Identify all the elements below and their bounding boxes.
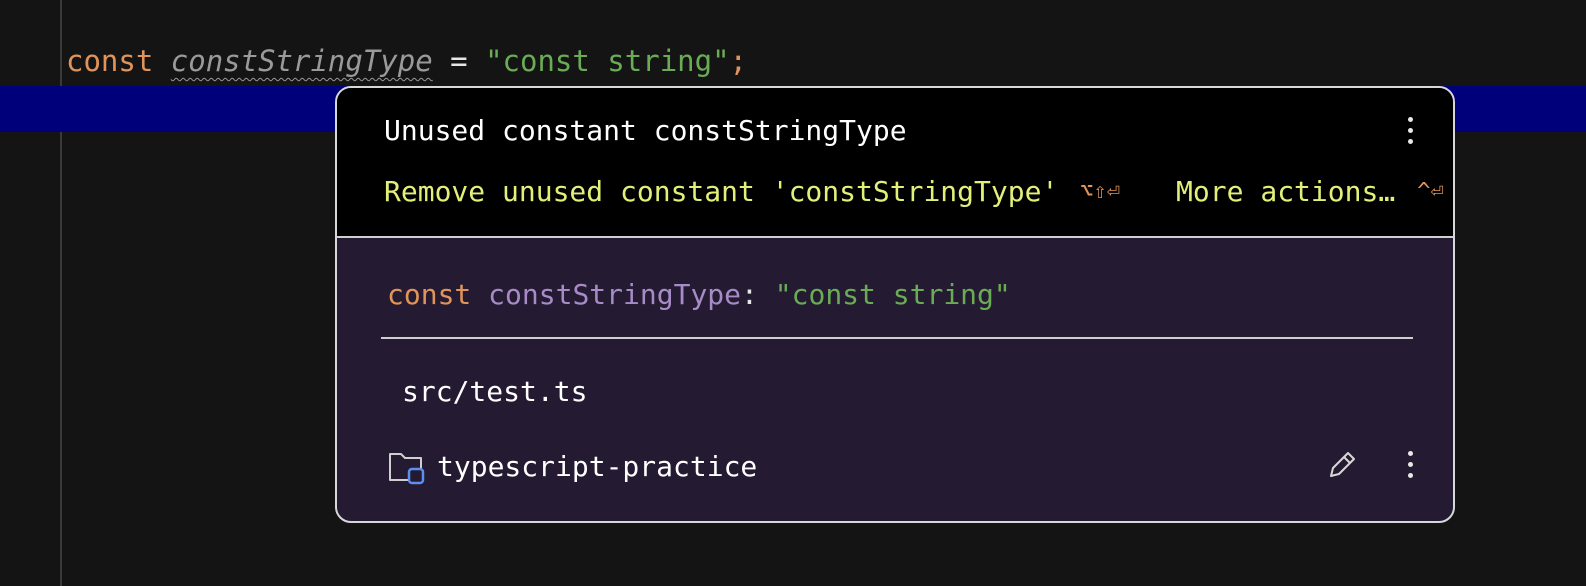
pencil-icon[interactable] [1325,448,1359,482]
popup-problem-section: Unused constant constStringType Remove u… [337,88,1453,238]
project-kebab-menu-icon[interactable] [1400,447,1420,483]
quick-fix-row: Remove unused constant 'constStringType'… [384,170,1444,212]
code-string-literal: "const string" [485,44,730,78]
more-actions-shortcut-hint: ^⏎ [1417,178,1444,204]
fix-shortcut-hint: ⌥⇧⏎ [1080,178,1121,204]
file-path[interactable]: src/test.ts [402,371,587,413]
code-operator: = [450,44,468,78]
signature-name: constStringType [488,278,742,311]
inspection-popup: Unused constant constStringType Remove u… [335,86,1455,523]
signature-colon: : [741,278,758,311]
signature-type: "const string" [774,278,1011,311]
more-actions-link[interactable]: More actions… [1176,175,1395,208]
code-terminator: ; [729,44,747,78]
problem-title: Unused constant constStringType [384,114,907,147]
kebab-menu-icon[interactable] [1400,113,1420,149]
popup-divider [381,337,1413,339]
code-line[interactable]: const constStringType = "const string"; [66,40,747,82]
project-name[interactable]: typescript-practice [437,450,757,483]
signature-keyword: const [387,278,472,311]
remove-unused-constant-action[interactable]: Remove unused constant 'constStringType' [384,175,1058,208]
declaration-signature: const constStringType: "const string" [387,274,1011,316]
project-folder-icon [389,453,425,485]
project-row: typescript-practice [387,445,757,487]
code-keyword: const [66,44,154,78]
unused-identifier[interactable]: constStringType [171,44,433,78]
